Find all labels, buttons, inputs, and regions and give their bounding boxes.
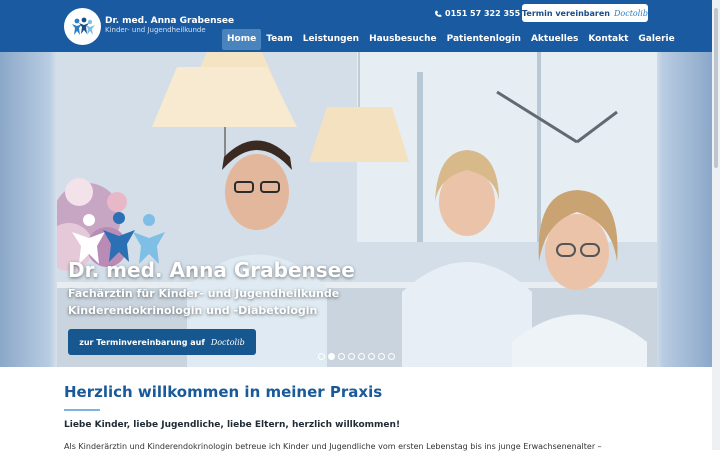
phone-link[interactable]: 0151 57 322 355	[434, 9, 520, 18]
scrollbar-thumb[interactable]	[714, 8, 718, 168]
appointment-button[interactable]: Termin vereinbaren Doctolib	[522, 4, 648, 22]
kids-logo-icon	[71, 17, 95, 35]
nav-item-patientenlogin[interactable]: Patientenlogin	[442, 29, 526, 50]
slider-dots	[318, 353, 395, 360]
hero-subtitle-2: Kinderendokrinologin und -Diabetologin	[68, 304, 318, 317]
practice-logo[interactable]	[64, 8, 101, 45]
nav-item-team[interactable]: Team	[261, 29, 298, 50]
nav-item-home[interactable]: Home	[222, 29, 262, 50]
heading-underline	[64, 409, 100, 411]
phone-number: 0151 57 322 355	[445, 9, 521, 18]
slider-dot[interactable]	[318, 353, 325, 360]
phone-icon	[435, 10, 442, 17]
site-header: Dr. med. Anna Grabensee Kinder- und Juge…	[0, 0, 712, 52]
slider-dot[interactable]	[388, 353, 395, 360]
hero-cta-label: zur Terminvereinbarung auf	[79, 337, 205, 347]
slider-dot[interactable]	[338, 353, 345, 360]
slider-dot[interactable]	[368, 353, 375, 360]
hero-subtitle-1: Fachärztin für Kinder- und Jugendheilkun…	[68, 287, 340, 300]
hero-slider[interactable]	[57, 52, 657, 367]
brand-subtitle: Kinder- und Jugendheilkunde	[105, 26, 206, 34]
welcome-intro: Liebe Kinder, liebe Jugendliche, liebe E…	[64, 420, 401, 430]
appointment-label: Termin vereinbaren	[522, 8, 610, 18]
slider-dot-active[interactable]	[328, 353, 335, 360]
page-scrollbar[interactable]	[712, 0, 720, 450]
nav-item-leistungen[interactable]: Leistungen	[298, 29, 364, 50]
hero-title: Dr. med. Anna Grabensee	[68, 258, 355, 282]
nav-item-aktuelles[interactable]: Aktuelles	[526, 29, 583, 50]
slider-dot[interactable]	[378, 353, 385, 360]
nav-item-kontakt[interactable]: Kontakt	[583, 29, 633, 50]
main-nav: Home Team Leistungen Hausbesuche Patient…	[222, 29, 680, 51]
nav-item-galerie[interactable]: Galerie	[633, 29, 679, 50]
nav-item-hausbesuche[interactable]: Hausbesuche	[364, 29, 442, 50]
doctolib-logo: Doctolib	[613, 8, 648, 18]
slider-dot[interactable]	[348, 353, 355, 360]
slider-dot[interactable]	[358, 353, 365, 360]
welcome-heading: Herzlich willkommen in meiner Praxis	[64, 383, 383, 401]
hero-appointment-button[interactable]: zur Terminvereinbarung auf Doctolib	[68, 329, 256, 355]
doctolib-logo: Doctolib	[210, 337, 245, 347]
hero-photo	[57, 52, 657, 367]
